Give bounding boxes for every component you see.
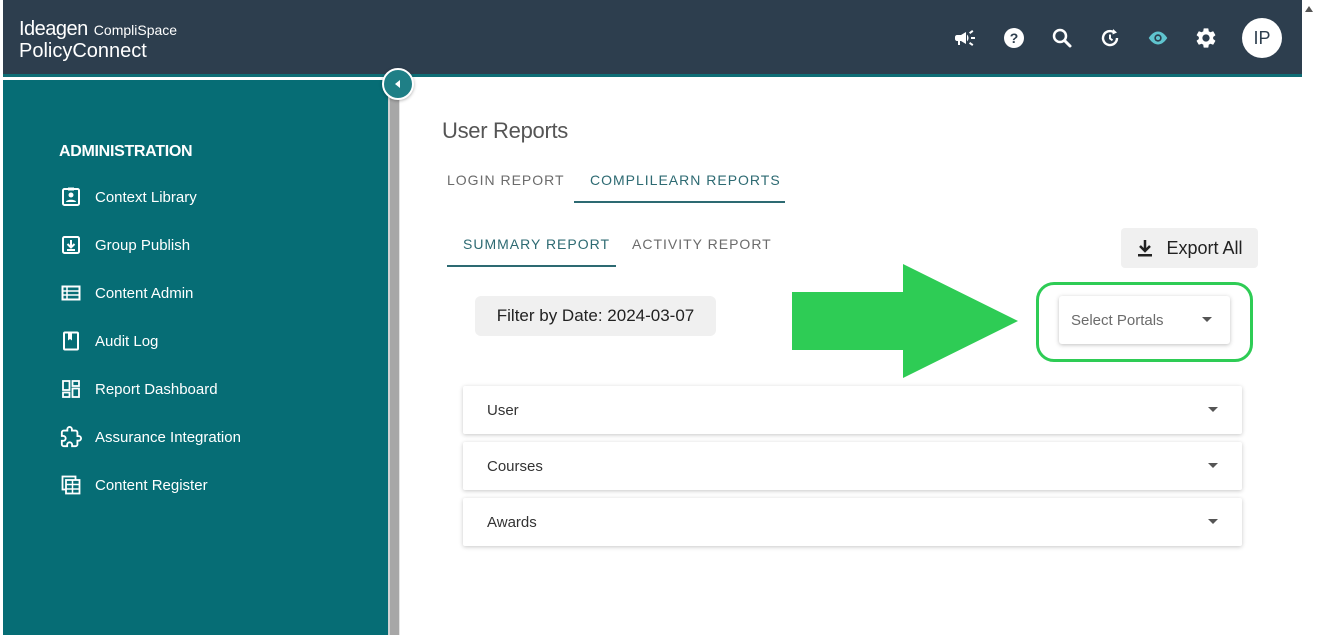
sidebar-section-title: ADMINISTRATION [59, 143, 193, 160]
sidebar-collapse-button[interactable] [382, 68, 414, 100]
register-icon [59, 473, 83, 497]
chevron-left-icon [395, 80, 400, 88]
logo: Ideagen CompliSpace [19, 18, 177, 41]
caret-down-icon [1208, 519, 1218, 524]
sidebar-item-assurance-integration[interactable]: Assurance Integration [59, 423, 241, 451]
sidebar-item-content-admin[interactable]: Content Admin [59, 279, 193, 307]
sidebar-item-label: Content Admin [95, 284, 194, 302]
logo-sub: CompliSpace [93, 22, 178, 38]
caret-down-icon [1208, 407, 1218, 412]
megaphone-icon[interactable] [953, 26, 977, 50]
annotation-arrow-icon [792, 264, 1018, 378]
bookmark-icon [59, 329, 83, 353]
sidebar-item-report-dashboard[interactable]: Report Dashboard [59, 375, 218, 403]
sidebar-item-label: Group Publish [95, 236, 191, 254]
dashboard-icon [59, 377, 83, 401]
sidebar-item-label: Assurance Integration [95, 428, 241, 446]
accordion-courses[interactable]: Courses [463, 442, 1242, 490]
avatar[interactable]: IP [1242, 18, 1282, 58]
export-all-button[interactable]: Export All [1121, 228, 1258, 268]
contact-card-icon [59, 185, 83, 209]
app-header: Ideagen CompliSpace PolicyConnect ? IP [3, 0, 1302, 77]
accordion-label: Courses [487, 457, 543, 475]
logo-brand: Ideagen [19, 18, 88, 40]
accordion-user[interactable]: User [463, 386, 1242, 434]
gear-icon[interactable] [1194, 26, 1218, 50]
filter-by-date-chip[interactable]: Filter by Date: 2024-03-07 [475, 296, 716, 336]
caret-down-icon [1202, 317, 1212, 322]
download-icon [1136, 238, 1154, 258]
caret-down-icon [1208, 463, 1218, 468]
sidebar-item-label: Report Dashboard [95, 380, 218, 398]
select-portals-placeholder: Select Portals [1071, 311, 1164, 329]
sidebar-resize-handle[interactable] [388, 80, 400, 635]
tab-complilearn-reports[interactable]: COMPLILEARN REPORTS [590, 172, 781, 188]
svg-text:?: ? [1010, 30, 1019, 46]
logo-product: PolicyConnect [19, 40, 147, 62]
subtab-activity-report[interactable]: ACTIVITY REPORT [632, 236, 772, 252]
subtab-active-indicator [447, 265, 616, 267]
sidebar-item-audit-log[interactable]: Audit Log [59, 327, 158, 355]
sidebar-item-group-publish[interactable]: Group Publish [59, 231, 190, 259]
puzzle-icon [59, 425, 83, 449]
export-all-label: Export All [1166, 237, 1243, 258]
page-title: User Reports [442, 118, 568, 143]
eye-icon[interactable] [1146, 26, 1170, 50]
scroll-up-icon[interactable] [1303, 4, 1315, 14]
history-icon[interactable] [1098, 26, 1122, 50]
tab-active-indicator [574, 201, 785, 203]
search-icon[interactable] [1050, 26, 1074, 50]
sidebar-item-label: Content Register [95, 476, 208, 494]
sidebar-item-label: Context Library [95, 188, 197, 206]
sidebar: ADMINISTRATION Context Library Group Pub… [3, 80, 388, 635]
sidebar-item-context-library[interactable]: Context Library [59, 183, 197, 211]
sidebar-item-label: Audit Log [95, 332, 159, 350]
download-box-icon [59, 233, 83, 257]
subtab-summary-report[interactable]: SUMMARY REPORT [463, 236, 610, 252]
tab-login-report[interactable]: LOGIN REPORT [447, 172, 565, 188]
accordion-label: Awards [487, 513, 537, 531]
list-icon [59, 281, 83, 305]
accordion-awards[interactable]: Awards [463, 498, 1242, 546]
sidebar-item-content-register[interactable]: Content Register [59, 471, 208, 499]
accordion-label: User [487, 401, 519, 419]
select-portals-dropdown[interactable]: Select Portals [1059, 296, 1230, 344]
help-icon[interactable]: ? [1002, 26, 1026, 50]
